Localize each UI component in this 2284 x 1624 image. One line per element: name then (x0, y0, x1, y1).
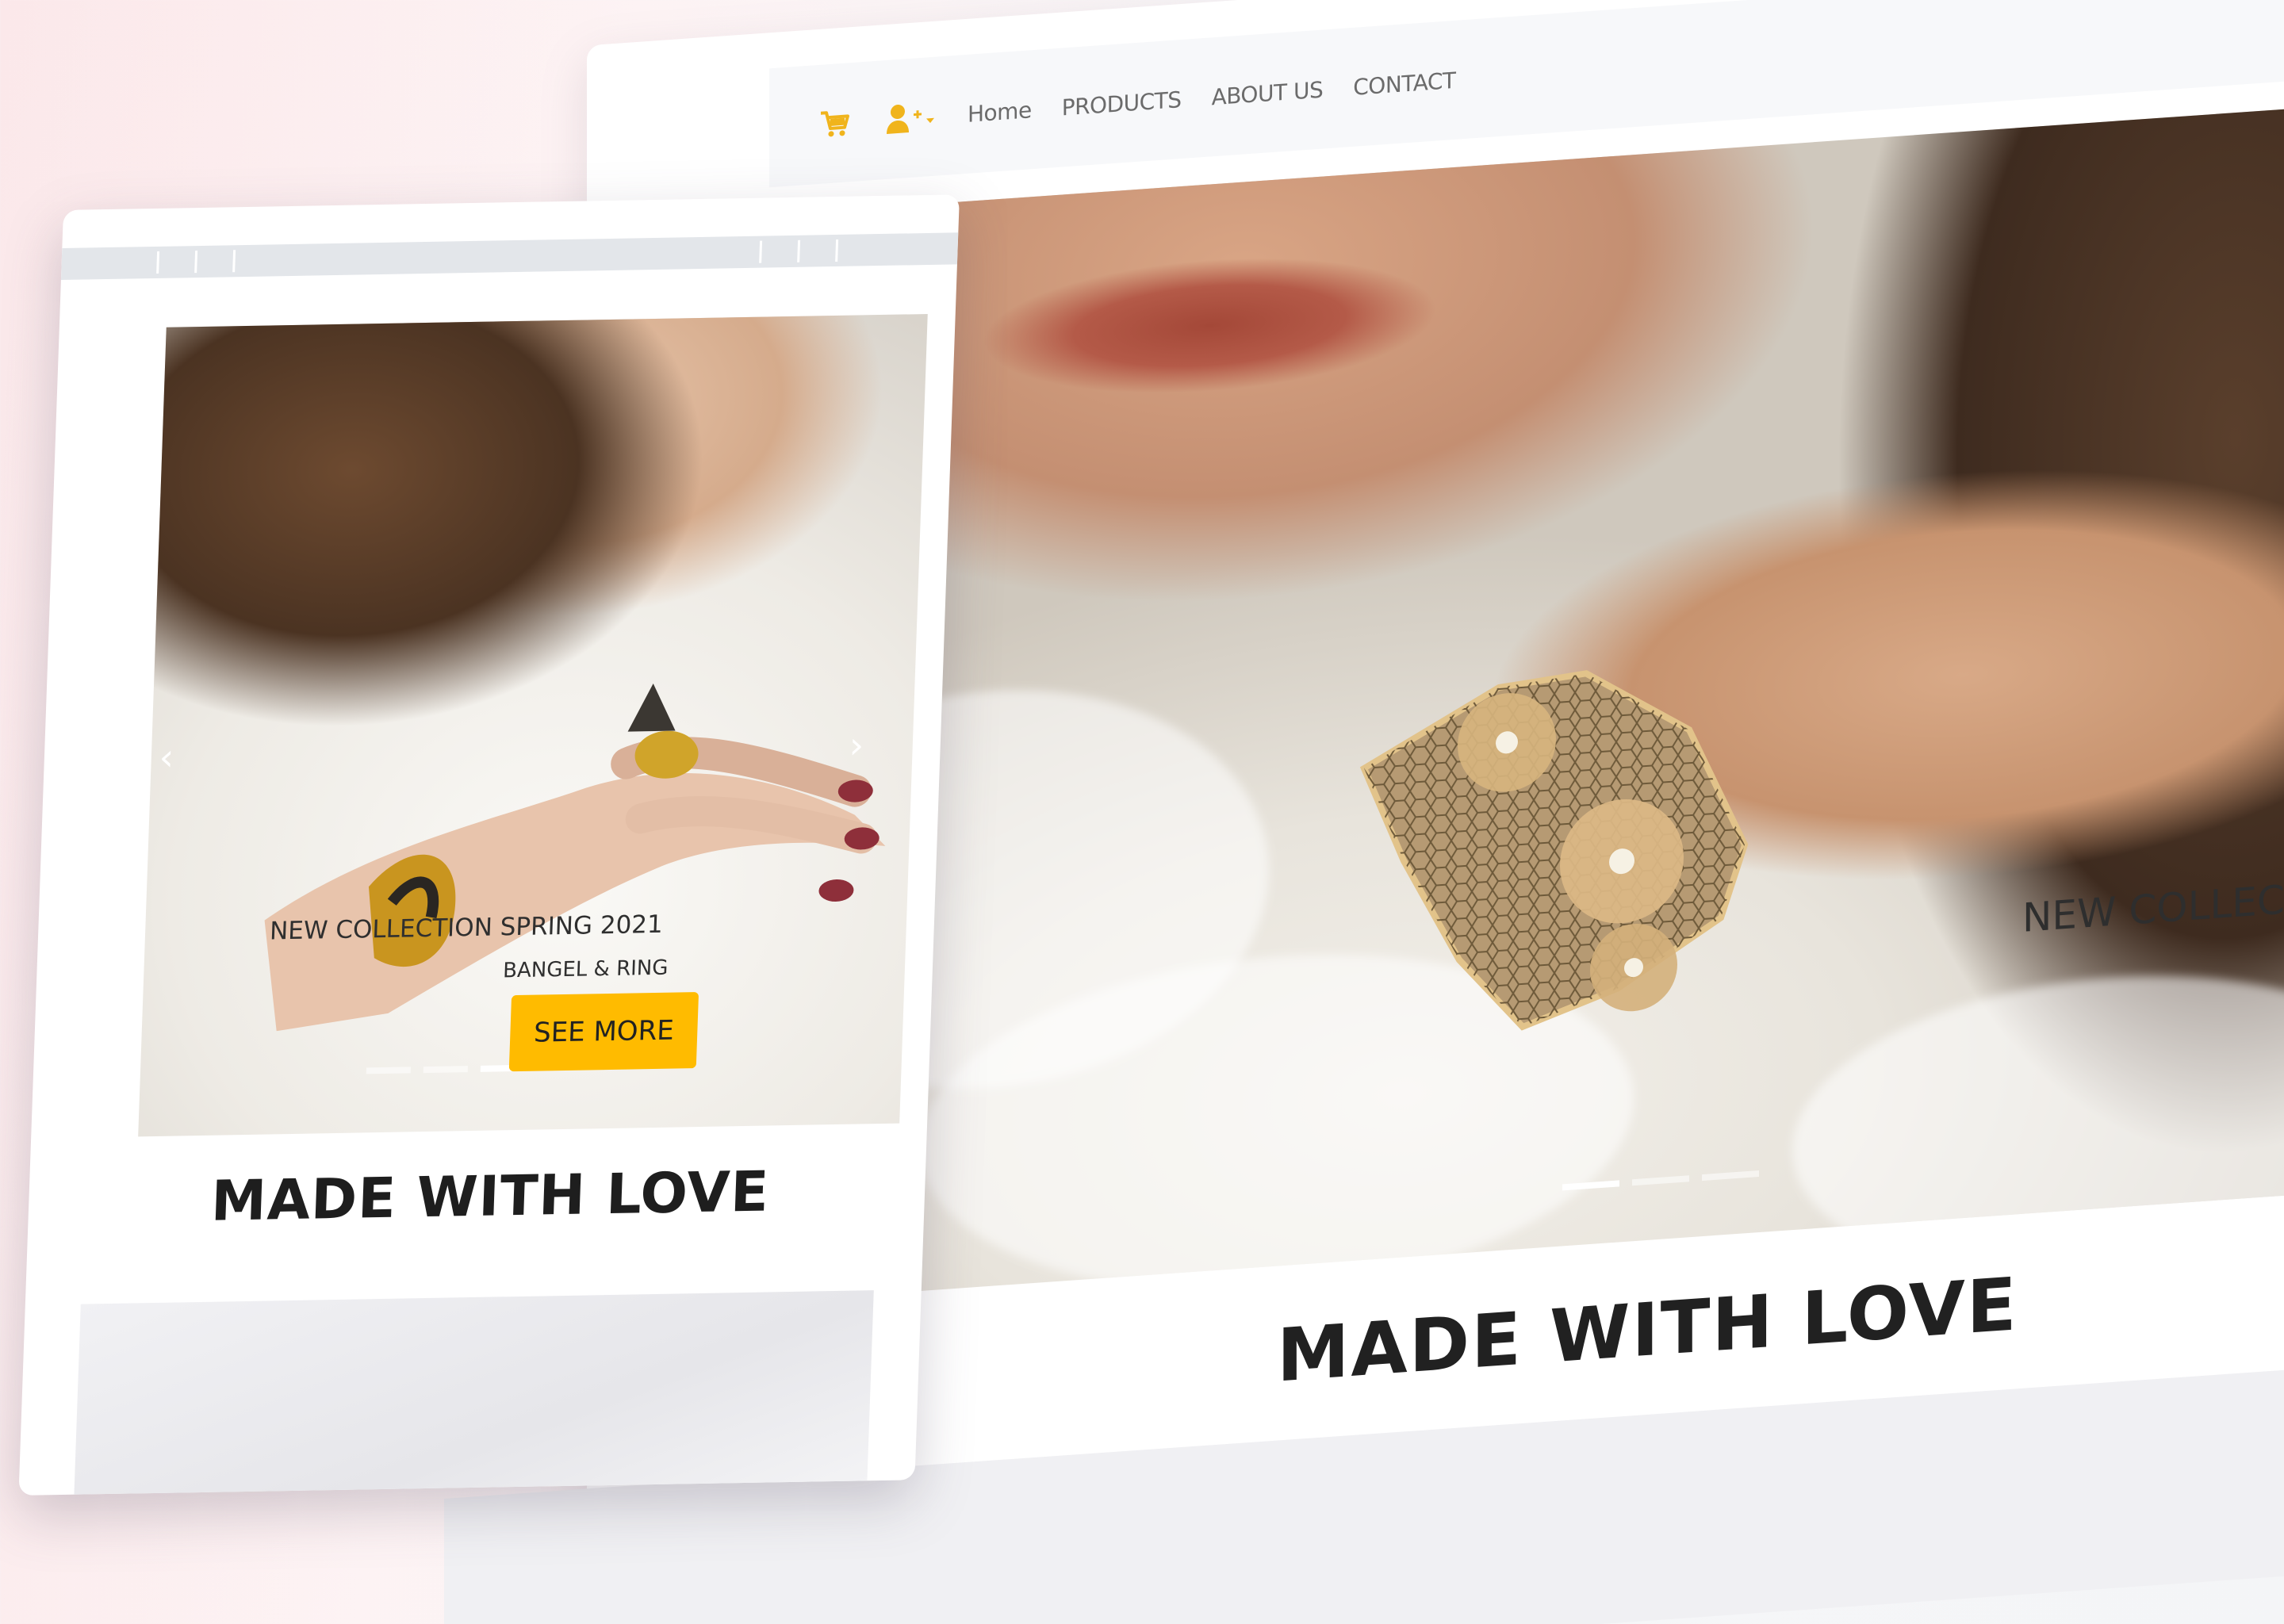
mobile-frame: ‹ › NEW COLLECTION SPRING 2021 BANGEL & … (18, 194, 960, 1496)
user-add-icon[interactable] (882, 99, 937, 138)
mobile-next-section (73, 1290, 874, 1496)
carousel-indicator[interactable] (1702, 1170, 1759, 1182)
nav-link-home[interactable]: Home (968, 97, 1032, 128)
desktop-hero-caption: NEW COLLECTION (2022, 870, 2284, 941)
bracelet-image (1359, 670, 1749, 1031)
mobile-carousel-indicators (366, 1064, 526, 1074)
carousel-next-arrow[interactable]: › (849, 723, 864, 766)
mobile-hero-subtitle: BANGEL & RING (502, 956, 669, 983)
nav-link-products[interactable]: PRODUCTS (1062, 86, 1182, 121)
carousel-prev-arrow[interactable]: ‹ (159, 736, 174, 779)
caret-down-icon (926, 117, 934, 124)
mobile-navbar (60, 232, 959, 281)
carousel-indicator[interactable] (1632, 1175, 1689, 1186)
carousel-indicator[interactable] (423, 1066, 469, 1074)
desktop-hero-carousel[interactable]: NEW COLLECTION (761, 103, 2284, 1303)
nav-link-contact[interactable]: CONTACT (1353, 67, 1455, 100)
mobile-mockup: ‹ › NEW COLLECTION SPRING 2021 BANGEL & … (18, 194, 960, 1496)
mobile-section-heading: MADE WITH LOVE (209, 1159, 771, 1234)
see-more-button[interactable]: SEE MORE (508, 992, 699, 1072)
carousel-indicator[interactable] (366, 1067, 412, 1074)
nav-link-about-us[interactable]: ABOUT US (1212, 76, 1324, 110)
cart-icon[interactable] (817, 105, 852, 142)
